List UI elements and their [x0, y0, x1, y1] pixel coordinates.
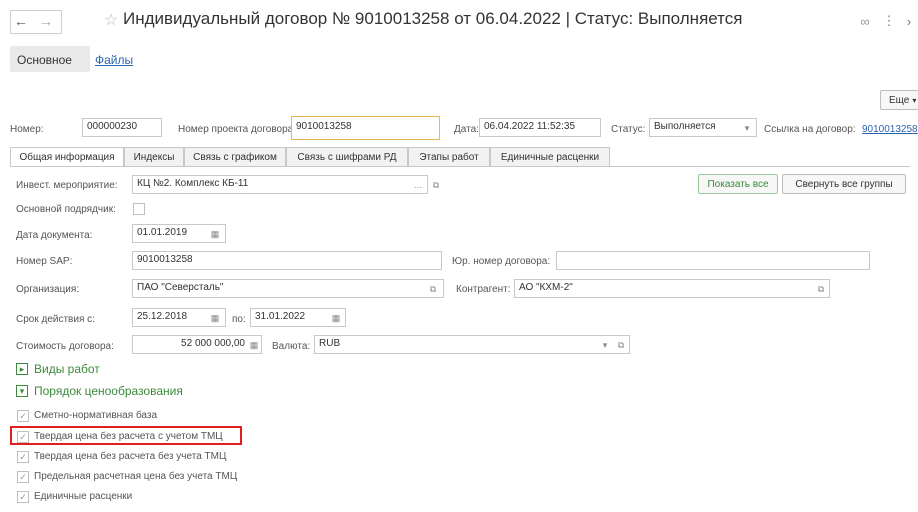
counterparty-open-icon[interactable]: ⧉ — [814, 282, 828, 296]
more-button[interactable]: Еще ▾ — [880, 90, 918, 110]
project-number-label: Номер проекта договора: — [178, 124, 297, 135]
pricing-group[interactable]: ▾ Порядок ценообразования — [16, 384, 183, 398]
tab-schedule-link-label: Связь с графиком — [193, 151, 277, 163]
page-title: Индивидуальный договор № 9010013258 от 0… — [123, 9, 743, 28]
tab-unit-rates[interactable]: Единичные расценки — [490, 147, 610, 166]
tab-general-info[interactable]: Общая информация — [10, 147, 124, 167]
tab-rd-link-label: Связь с шифрами РД — [297, 151, 397, 163]
invest-field[interactable]: КЦ №2. Комплекс КБ-11 — [132, 175, 428, 194]
chevron-down-icon: ▾ — [912, 95, 917, 105]
sap-field[interactable]: 9010013258 — [132, 251, 442, 270]
period-to-label: по: — [232, 314, 246, 325]
pricing-label-1: Твердая цена без расчета с учетом ТМЦ — [34, 431, 223, 442]
invest-label: Инвест. мероприятие: — [16, 180, 118, 191]
currency-open-icon[interactable]: ⧉ — [614, 338, 628, 352]
expand-icon: ▸ — [16, 363, 28, 375]
status-dropdown-icon[interactable]: ▾ — [740, 121, 754, 135]
contract-ref-label: Ссылка на договор: — [764, 124, 856, 135]
link-icon[interactable]: ∞ — [856, 11, 874, 31]
pricing-label-2: Твердая цена без расчета без учета ТМЦ — [34, 451, 227, 462]
pricing-label: Порядок ценообразования — [34, 384, 183, 398]
tab-unit-rates-label: Единичные расценки — [500, 151, 600, 163]
calculator-icon[interactable]: ▦ — [247, 338, 261, 352]
currency-label: Валюта: — [272, 341, 311, 352]
pricing-checkbox-0[interactable]: ✓ — [17, 410, 29, 422]
currency-field[interactable]: RUB — [314, 335, 630, 354]
more-icon[interactable]: ⋮ — [880, 11, 898, 31]
collapse-icon: ▾ — [16, 385, 28, 397]
sap-label: Номер SAP: — [16, 256, 73, 267]
pricing-checkbox-3[interactable]: ✓ — [17, 471, 29, 483]
pricing-checkbox-1[interactable]: ✓ — [17, 431, 29, 443]
tab-schedule-link[interactable]: Связь с графиком — [184, 147, 286, 166]
contract-ref-link[interactable]: 9010013258 — [862, 124, 918, 135]
project-number-field[interactable]: 9010013258 — [291, 116, 440, 140]
work-types-label: Виды работ — [34, 362, 100, 376]
date-field[interactable]: 06.04.2022 11:52:35 — [479, 118, 601, 137]
date-label: Дата: — [454, 124, 479, 135]
pricing-label-3: Предельная расчетная цена без учета ТМЦ — [34, 471, 238, 482]
tab-work-stages[interactable]: Этапы работ — [408, 147, 490, 166]
tab-content-border — [10, 166, 910, 167]
more-button-label: Еще — [889, 94, 910, 106]
pricing-checkbox-4[interactable]: ✓ — [17, 491, 29, 503]
legal-number-field[interactable] — [556, 251, 870, 270]
main-contractor-checkbox[interactable] — [133, 203, 145, 215]
counterparty-field[interactable]: АО "КХМ-2" — [514, 279, 830, 298]
tab-general-info-label: Общая информация — [19, 152, 115, 163]
number-field[interactable]: 000000230 — [82, 118, 162, 137]
tab-indices[interactable]: Индексы — [124, 147, 184, 166]
doc-date-label: Дата документа: — [16, 230, 93, 241]
tab-rd-link[interactable]: Связь с шифрами РД — [286, 147, 408, 166]
star-icon[interactable]: ☆ — [102, 10, 120, 30]
organization-field[interactable]: ПАО "Северсталь" — [132, 279, 444, 298]
collapse-all-label: Свернуть все группы — [795, 178, 893, 190]
collapse-all-button[interactable]: Свернуть все группы — [782, 174, 906, 194]
ellipsis-icon[interactable]: … — [411, 178, 425, 192]
period-from-calendar-icon[interactable]: ▦ — [208, 311, 222, 325]
currency-dropdown-icon[interactable]: ▾ — [598, 338, 612, 352]
tab-indices-label: Индексы — [133, 151, 175, 163]
counterparty-label: Контрагент: — [456, 284, 511, 295]
forward-icon[interactable]: → — [37, 11, 55, 31]
main-contractor-label: Основной подрядчик: — [16, 204, 116, 215]
cost-label: Стоимость договора: — [16, 341, 114, 352]
show-all-button[interactable]: Показать все — [698, 174, 778, 194]
organization-label: Организация: — [16, 284, 80, 295]
pricing-checkbox-2[interactable]: ✓ — [17, 451, 29, 463]
work-types-group[interactable]: ▸ Виды работ — [16, 362, 100, 376]
cost-field[interactable]: 52 000 000,00 — [132, 335, 262, 354]
tab-files[interactable]: Файлы — [95, 53, 133, 67]
org-open-icon[interactable]: ⧉ — [426, 282, 440, 296]
status-label: Статус: — [611, 124, 646, 135]
number-label: Номер: — [10, 124, 44, 135]
tab-work-stages-label: Этапы работ — [419, 151, 479, 163]
period-to-calendar-icon[interactable]: ▦ — [329, 311, 343, 325]
back-icon[interactable]: ← — [12, 11, 30, 31]
calendar-icon[interactable]: ▦ — [208, 227, 222, 241]
show-all-label: Показать все — [707, 178, 769, 190]
pricing-label-0: Сметно-нормативная база — [34, 410, 158, 421]
pricing-label-4: Единичные расценки — [34, 491, 133, 502]
tab-main-label: Основное — [17, 53, 72, 67]
chevron-right-icon[interactable]: › — [900, 11, 918, 31]
legal-number-label: Юр. номер договора: — [452, 256, 551, 267]
open-icon[interactable]: ⧉ — [429, 178, 443, 192]
period-label: Срок действия с: — [16, 314, 95, 325]
